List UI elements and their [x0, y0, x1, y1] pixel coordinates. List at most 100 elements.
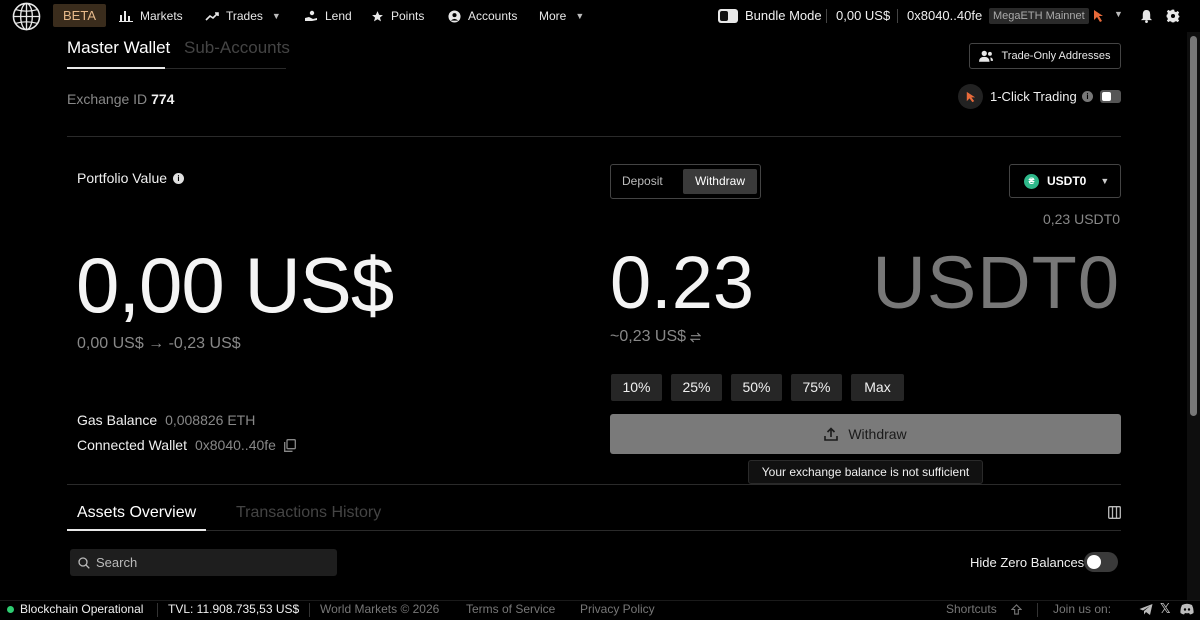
terms-link[interactable]: Terms of Service [466, 602, 555, 616]
divider [1037, 603, 1038, 617]
swap-icon[interactable] [690, 331, 702, 343]
portfolio-value: 0,00 US$ [76, 241, 394, 329]
nav-trades[interactable]: Trades ▼ [205, 0, 281, 32]
columns-icon[interactable] [1108, 506, 1121, 519]
nav-more-label: More [539, 9, 567, 23]
portfolio-value-title: Portfolio Value [77, 170, 168, 186]
discord-icon[interactable] [1180, 603, 1194, 615]
insufficient-balance-tooltip: Your exchange balance is not sufficient [748, 460, 983, 484]
upload-icon [824, 427, 839, 441]
exchange-id-label: Exchange ID [67, 91, 148, 107]
shortcuts-link[interactable]: Shortcuts [946, 602, 997, 616]
nav-markets-label: Markets [140, 9, 183, 23]
hide-zero-balances-label: Hide Zero Balances [970, 555, 1085, 570]
search-input[interactable] [96, 555, 326, 570]
tab-divider [165, 68, 286, 69]
one-click-trading-label: 1-Click Trading [990, 89, 1077, 104]
nav-more[interactable]: More ▼ [539, 0, 584, 32]
token-select[interactable]: ₴ USDT0 ▼ [1009, 164, 1121, 198]
gas-balance-label: Gas Balance [77, 412, 158, 428]
one-click-trading-toggle[interactable] [1100, 90, 1121, 103]
chevron-down-icon: ▼ [575, 11, 585, 21]
nav-accounts-label: Accounts [468, 9, 518, 23]
top-navigation: BETA Markets Trades ▼ Lend Points Accoun… [0, 0, 1200, 32]
bundle-mode-toggle[interactable] [718, 9, 738, 23]
scrollbar-thumb[interactable] [1190, 36, 1197, 416]
divider [157, 603, 158, 617]
tab-transactions-history[interactable]: Transactions History [236, 504, 381, 522]
keyboard-shortcut-icon[interactable] [1011, 604, 1022, 615]
tab-deposit[interactable]: Deposit [622, 174, 663, 188]
join-us-label: Join us on: [1053, 602, 1112, 616]
section-divider [67, 484, 1121, 485]
globe-logo-icon[interactable] [12, 2, 41, 31]
copyright: World Markets © 2026 [320, 602, 440, 616]
active-tab-indicator [67, 529, 206, 531]
copy-icon[interactable] [284, 438, 296, 452]
bell-icon[interactable] [1140, 9, 1153, 23]
connected-wallet-label: Connected Wallet [77, 437, 187, 453]
privacy-link[interactable]: Privacy Policy [580, 602, 655, 616]
exchange-id: Exchange ID 774 [67, 91, 174, 107]
wallet-address[interactable]: 0x8040..40fe [907, 0, 982, 32]
tab-sub-accounts[interactable]: Sub-Accounts [184, 38, 290, 58]
x-icon[interactable]: 𝕏 [1160, 601, 1170, 617]
tab-master-wallet[interactable]: Master Wallet [67, 38, 170, 58]
telegram-icon[interactable] [1139, 603, 1153, 616]
pointer-click-icon [966, 91, 976, 103]
percent-10-button[interactable]: 10% [611, 374, 662, 401]
gear-icon[interactable] [1166, 9, 1180, 23]
chevron-down-icon: ▼ [1100, 176, 1110, 186]
chevron-down-icon[interactable]: ▼ [1114, 9, 1123, 19]
amount-input[interactable]: 0.23 [610, 240, 754, 325]
tab-assets-overview[interactable]: Assets Overview [77, 504, 196, 522]
divider [897, 9, 898, 23]
section-divider [67, 136, 1121, 137]
active-tab-indicator [67, 67, 165, 69]
gas-balance-row: Gas Balance 0,008826 ETH [77, 412, 255, 428]
nav-points[interactable]: Points [371, 0, 424, 32]
percent-75-button[interactable]: 75% [791, 374, 842, 401]
token-select-label: USDT0 [1047, 174, 1087, 188]
nav-accounts[interactable]: Accounts [448, 0, 517, 32]
connected-wallet-value: 0x8040..40fe [194, 437, 276, 453]
tab-divider [206, 530, 1121, 531]
tvl-value: TVL: 11.908.735,53 US$ [168, 602, 300, 616]
trade-only-addresses-button[interactable]: Trade-Only Addresses [969, 43, 1121, 69]
nav-trades-label: Trades [226, 9, 263, 23]
status-indicator [7, 606, 14, 613]
bundle-mode-label: Bundle Mode [745, 8, 822, 23]
withdraw-button-label: Withdraw [848, 426, 907, 442]
nav-lend[interactable]: Lend [304, 0, 352, 32]
usdt0-token-icon: ₴ [1024, 173, 1039, 189]
beta-badge: BETA [53, 4, 106, 27]
info-icon[interactable]: i [1082, 91, 1093, 102]
percent-50-button[interactable]: 50% [731, 374, 782, 401]
nav-lend-label: Lend [325, 9, 352, 23]
percent-25-button[interactable]: 25% [671, 374, 722, 401]
pointer-avatar-icon[interactable] [1092, 9, 1106, 23]
amount-unit: USDT0 [872, 241, 1120, 324]
one-click-trading-icon [958, 84, 983, 109]
portfolio-value-label: Portfolio Value i [77, 170, 185, 186]
info-icon[interactable]: i [173, 172, 185, 184]
amount-fiat-value: ~0,23 US$ [610, 328, 702, 346]
divider [826, 9, 827, 23]
max-button[interactable]: Max [851, 374, 904, 401]
gas-balance-value: 0,008826 ETH [165, 412, 256, 428]
chevron-down-icon: ▼ [271, 11, 281, 21]
users-icon [979, 50, 994, 62]
hide-zero-balances-toggle[interactable] [1084, 552, 1118, 572]
amount-fiat-text: ~0,23 US$ [610, 328, 687, 345]
tab-withdraw[interactable]: Withdraw [683, 169, 757, 194]
bar-chart-icon [119, 11, 133, 22]
token-balance: 0,23 USDT0 [1042, 211, 1120, 227]
connected-wallet-row: Connected Wallet 0x8040..40fe [77, 437, 296, 453]
divider [309, 603, 310, 617]
trend-up-icon [205, 12, 219, 21]
portfolio-value-change: 0,00 US$ → -0,23 US$ [77, 335, 241, 352]
blockchain-status: Blockchain Operational [20, 602, 144, 616]
withdraw-button[interactable]: Withdraw [610, 414, 1121, 454]
nav-markets[interactable]: Markets [119, 0, 183, 32]
star-icon [372, 10, 383, 21]
